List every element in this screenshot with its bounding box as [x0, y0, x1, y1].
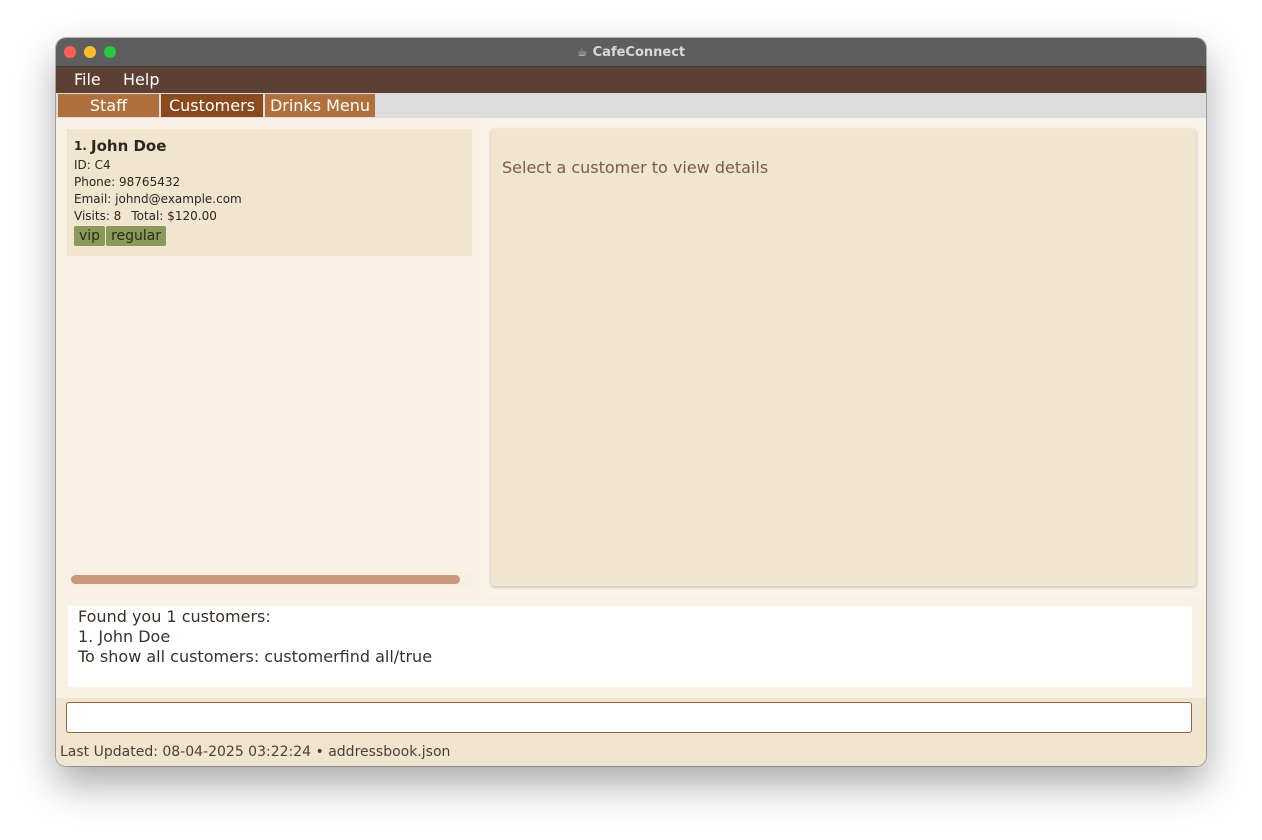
- customer-id: ID: C4: [74, 158, 111, 172]
- customer-email: Email: johnd@example.com: [74, 192, 242, 206]
- tag-regular: regular: [106, 226, 167, 246]
- customer-phone: Phone: 98765432: [74, 175, 181, 189]
- customer-list-panel: 1. John Doe ID: C4 Phone: 98765432 Email…: [56, 118, 481, 598]
- tab-customers[interactable]: Customers: [161, 94, 263, 117]
- result-line: 1. John Doe: [78, 627, 171, 646]
- customer-card[interactable]: 1. John Doe ID: C4 Phone: 98765432 Email…: [67, 129, 472, 256]
- command-input[interactable]: [66, 702, 1192, 733]
- customer-tags: vip regular: [74, 226, 167, 246]
- horizontal-scrollbar[interactable]: [67, 572, 472, 586]
- tab-bar: Staff Customers Drinks Menu: [56, 93, 1206, 118]
- result-line: Found you 1 customers:: [78, 607, 271, 626]
- window-title: CafeConnect: [592, 44, 686, 60]
- title-bar: ☕ CafeConnect: [56, 38, 1206, 67]
- command-area: Last Updated: 08-04-2025 03:22:24 • addr…: [56, 698, 1206, 766]
- customer-visits: Visits: 8: [74, 209, 122, 223]
- result-line: To show all customers: customerfind all/…: [78, 647, 433, 666]
- tag-vip: vip: [74, 226, 106, 246]
- tab-drinks-menu[interactable]: Drinks Menu: [265, 94, 375, 117]
- customer-total: Total: $120.00: [131, 209, 217, 223]
- detail-placeholder-text: Select a customer to view details: [502, 158, 769, 177]
- result-display-area: Found you 1 customers: 1. John Doe To sh…: [56, 598, 1206, 698]
- coffee-cup-icon: ☕: [576, 45, 588, 59]
- customer-stats: Visits: 8 Total: $120.00: [74, 209, 217, 223]
- menu-bar: File Help: [56, 67, 1206, 93]
- menu-help[interactable]: Help: [123, 70, 159, 90]
- customer-name: John Doe: [91, 137, 167, 155]
- customer-index: 1.: [74, 139, 87, 153]
- main-content: 1. John Doe ID: C4 Phone: 98765432 Email…: [56, 118, 1206, 598]
- menu-file[interactable]: File: [74, 70, 101, 90]
- status-bar: Last Updated: 08-04-2025 03:22:24 • addr…: [60, 744, 451, 760]
- app-window: ☕ CafeConnect File Help Staff Customers …: [56, 38, 1206, 766]
- tab-staff[interactable]: Staff: [58, 94, 159, 117]
- result-display: Found you 1 customers: 1. John Doe To sh…: [68, 606, 1192, 687]
- customer-detail-panel: Select a customer to view details: [491, 129, 1196, 586]
- scrollbar-thumb[interactable]: [71, 575, 460, 584]
